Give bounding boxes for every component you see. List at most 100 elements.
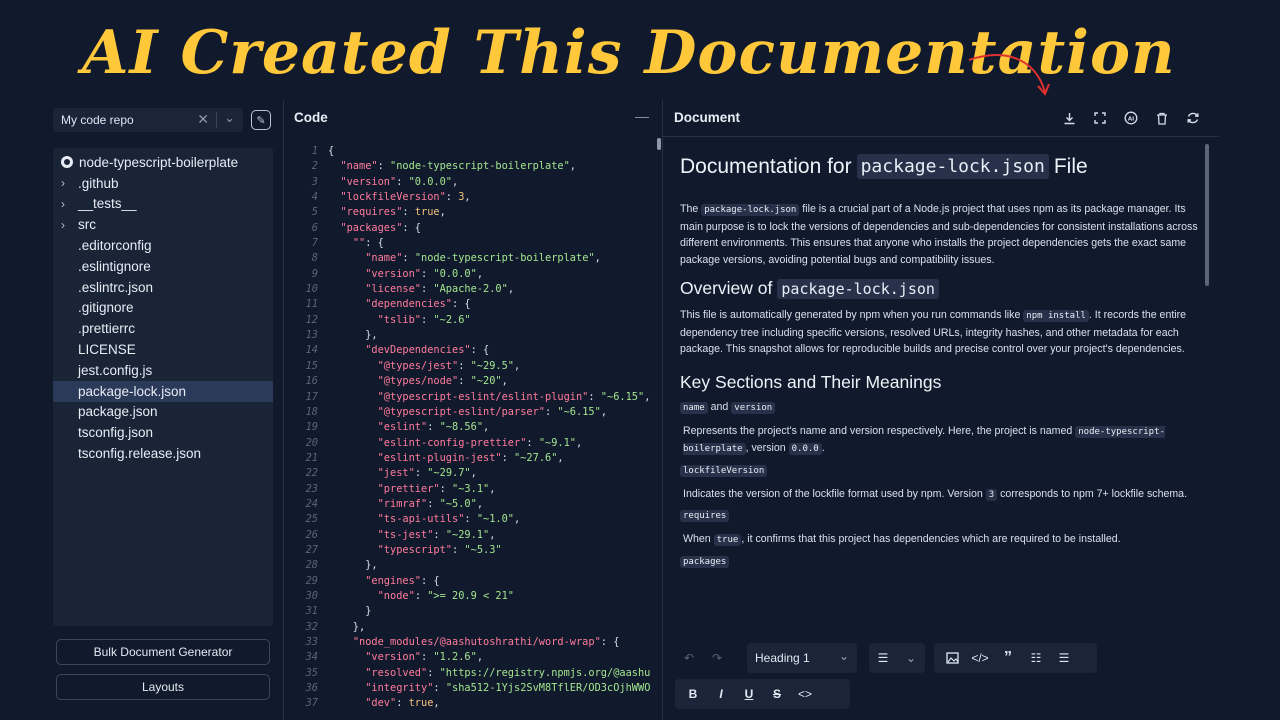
tree-file[interactable]: .gitignore	[53, 298, 273, 319]
code-scrollbar[interactable]	[657, 138, 661, 150]
code-token: "name"	[365, 252, 403, 265]
code-editor[interactable]: 1{2 "name": "node-typescript-boilerplate…	[284, 144, 660, 720]
code-line: 34 "version": "1.2.6",	[284, 650, 660, 665]
tree-item-label: node-typescript-boilerplate	[79, 154, 239, 170]
code-token: :	[439, 482, 453, 495]
bold-icon[interactable]: B	[679, 680, 707, 708]
file-tree: node-typescript-boilerplate › .github › __te…	[53, 148, 273, 626]
code-token: :	[414, 589, 428, 602]
delete-icon[interactable]	[1154, 110, 1170, 126]
tree-file[interactable]: .eslintignore	[53, 256, 273, 277]
code-token: : {	[452, 298, 471, 311]
tree-file[interactable]: package-lock.json	[53, 380, 273, 402]
name-description: Represents the project's name and versio…	[680, 423, 1198, 458]
refresh-icon[interactable]	[1185, 110, 1201, 126]
line-number: 19	[305, 421, 318, 434]
tag-name: name	[680, 401, 708, 414]
code-line: 37 "dev": true,	[284, 696, 660, 711]
tree-file[interactable]: .editorconfig	[53, 235, 273, 256]
code-token: "node_modules/@aashutoshrathi/word-wrap"	[352, 636, 601, 648]
code-token: :	[464, 513, 477, 526]
image-icon[interactable]	[938, 644, 966, 672]
tree-file[interactable]: tsconfig.json	[53, 422, 273, 443]
code-token: "ts-jest"	[377, 528, 434, 541]
insert-group: </> ” ☷ ☰	[934, 643, 1097, 673]
code-text: "license": "Apache-2.0",	[328, 282, 514, 297]
layouts-button[interactable]: Layouts	[56, 674, 270, 700]
heading-select[interactable]: Heading 1 ⌄	[747, 643, 857, 673]
code-text: "version": "0.0.0",	[328, 175, 458, 190]
line-number: 13	[305, 329, 318, 342]
line-number: 18	[305, 405, 318, 418]
intro-text-pre: The	[680, 203, 699, 215]
heading-code: package-lock.json	[856, 154, 1049, 179]
align-select[interactable]: ☰ ⌄	[869, 643, 925, 673]
minimize-icon[interactable]: —	[635, 108, 649, 124]
ai-icon[interactable]: AI	[1123, 110, 1139, 126]
repo-select[interactable]: My code repo ✕ ⌄	[53, 108, 243, 132]
code-token: },	[328, 620, 366, 633]
document-content[interactable]: Documentation for package-lock.json File…	[680, 148, 1198, 648]
tree-root[interactable]: node-typescript-boilerplate	[53, 152, 273, 173]
bulk-document-generator-button[interactable]: Bulk Document Generator	[56, 639, 270, 665]
code-token: :	[445, 191, 459, 204]
line-number: 3	[311, 175, 318, 188]
code-token: "engines"	[365, 574, 421, 587]
undo-icon[interactable]: ↶	[675, 644, 703, 672]
tree-file[interactable]: tsconfig.release.json	[53, 443, 273, 464]
code-text: "requires": true,	[328, 205, 446, 220]
tree-file[interactable]: jest.config.js	[53, 360, 273, 381]
redo-icon[interactable]: ↷	[703, 644, 731, 672]
code-token: "~3.1"	[452, 482, 490, 495]
code-line: 14 "devDependencies": {	[284, 343, 660, 358]
code-token: "~5.3"	[464, 543, 502, 556]
code-token: "0.0.0"	[408, 175, 453, 188]
code-token: : {	[470, 344, 490, 357]
tree-item-label: tsconfig.json	[78, 425, 154, 441]
tag-version: version	[731, 401, 776, 414]
code-token: :	[427, 421, 440, 434]
inline-code-icon[interactable]: <>	[791, 680, 819, 708]
fullscreen-icon[interactable]	[1092, 110, 1108, 126]
line-number: 14	[305, 344, 318, 357]
underline-icon[interactable]: U	[735, 680, 763, 708]
tree-folder[interactable]: › src	[53, 214, 273, 235]
tree-file[interactable]: package.json	[53, 402, 273, 423]
code-token: "license"	[365, 283, 421, 296]
tree-item-label: jest.config.js	[78, 362, 153, 378]
tree-folder[interactable]: › __tests__	[53, 194, 273, 215]
italic-icon[interactable]: I	[707, 680, 735, 708]
tree-folder[interactable]: › .github	[53, 173, 273, 194]
code-token: "lockfileVersion"	[340, 191, 446, 204]
document-scrollbar[interactable]	[1205, 144, 1209, 286]
tree-file[interactable]: .eslintrc.json	[53, 277, 273, 298]
code-line: 36 "integrity": "sha512-1Yjs2SvM8TflER/O…	[284, 681, 660, 696]
bullet-list-icon[interactable]: ☷	[1022, 644, 1050, 672]
code-token: "rimraf"	[377, 497, 428, 510]
code-token: true	[408, 697, 434, 710]
quote-icon[interactable]: ”	[994, 644, 1022, 672]
code-token: "@typescript-eslint/eslint-plugin"	[377, 390, 589, 403]
tree-file[interactable]: .prettierrc	[53, 318, 273, 339]
code-token: "eslint"	[377, 421, 428, 434]
line-number: 24	[305, 497, 318, 510]
download-icon[interactable]	[1061, 110, 1077, 126]
tag-and: and	[710, 400, 729, 413]
tree-item-label: .editorconfig	[78, 238, 152, 254]
code-token: ,	[439, 206, 446, 219]
code-token: "packages"	[340, 221, 403, 234]
lockfile-desc-pre: Indicates the version of the lockfile fo…	[683, 487, 983, 500]
tree-file[interactable]: LICENSE	[53, 339, 273, 360]
edit-icon[interactable]: ✎	[251, 110, 271, 130]
code-token: ,	[483, 421, 490, 434]
clear-icon[interactable]: ✕	[197, 111, 209, 128]
chevron-down-icon[interactable]: ⌄	[224, 110, 235, 126]
code-token: :	[588, 390, 601, 403]
strikethrough-icon[interactable]: S	[763, 680, 791, 708]
code-token: :	[526, 436, 539, 449]
code-icon[interactable]: </>	[966, 644, 994, 672]
numbered-list-icon[interactable]: ☰	[1050, 644, 1078, 672]
